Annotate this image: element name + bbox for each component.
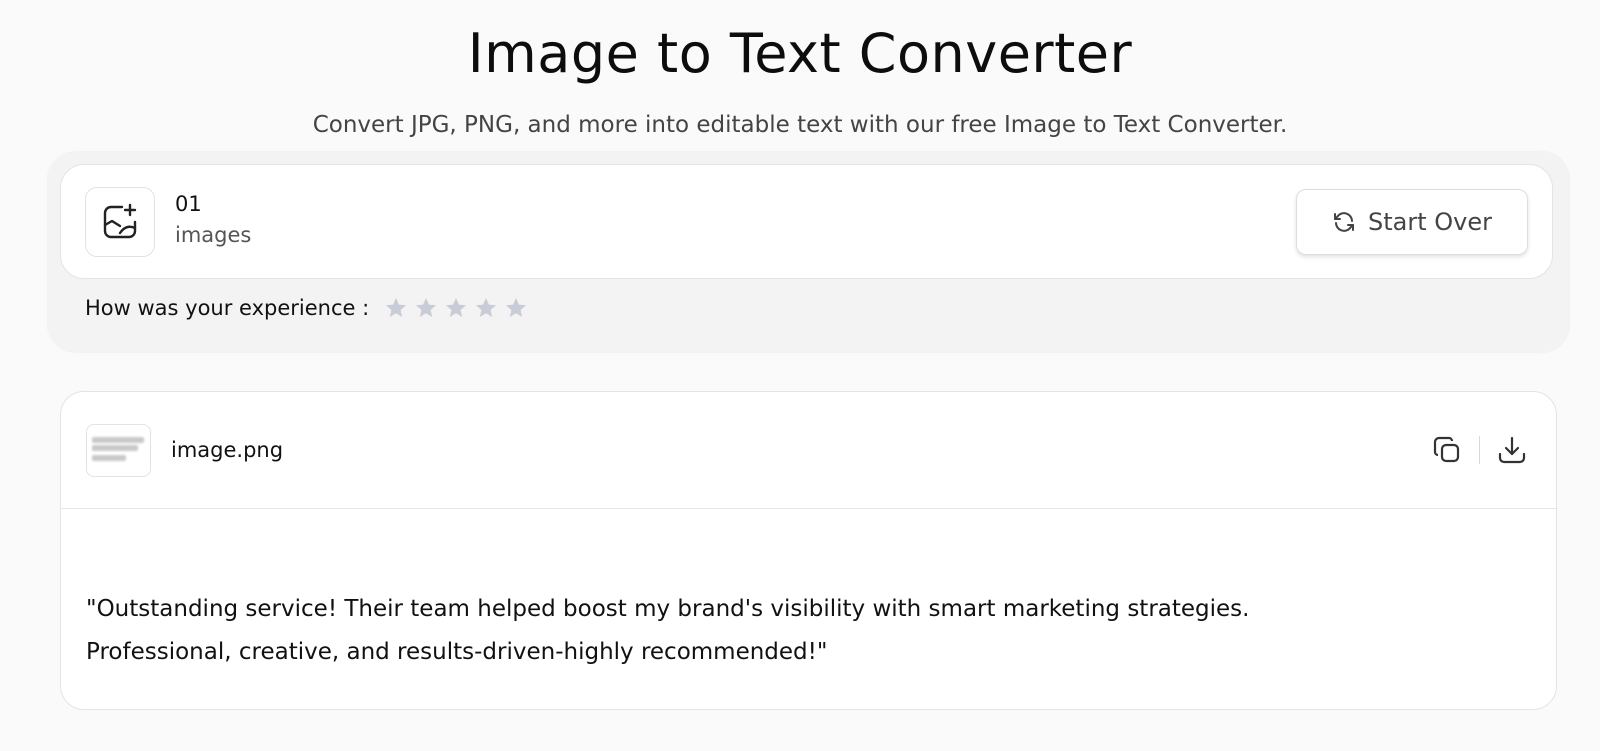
- image-count: 01: [175, 192, 202, 216]
- extracted-text: "Outstanding service! Their team helped …: [86, 588, 1526, 674]
- star-icon: [386, 298, 407, 317]
- rating-row: How was your experience :: [85, 291, 531, 325]
- add-image-button[interactable]: [85, 187, 155, 257]
- result-actions: [1427, 430, 1532, 470]
- upload-summary-card: 01 images Start Over: [60, 164, 1553, 279]
- download-button[interactable]: [1492, 430, 1532, 470]
- image-count-label: images: [175, 223, 252, 247]
- image-thumbnail[interactable]: [86, 424, 151, 477]
- download-icon: [1498, 436, 1526, 464]
- upload-panel: 01 images Start Over How was your experi…: [47, 151, 1570, 353]
- start-over-button[interactable]: Start Over: [1296, 189, 1528, 255]
- refresh-icon: [1334, 212, 1354, 232]
- page-title: Image to Text Converter: [467, 22, 1133, 85]
- rating-star-3[interactable]: [441, 293, 471, 323]
- star-icon: [416, 298, 437, 317]
- copy-button[interactable]: [1427, 430, 1467, 470]
- page-subtitle: Convert JPG, PNG, and more into editable…: [312, 112, 1288, 138]
- start-over-label: Start Over: [1368, 208, 1492, 236]
- rating-label: How was your experience :: [85, 296, 370, 320]
- thumbnail-text-line: [92, 445, 138, 451]
- star-icon: [506, 298, 527, 317]
- extracted-text-line: Professional, creative, and results-driv…: [86, 639, 828, 665]
- copy-icon: [1433, 436, 1460, 463]
- star-icon: [446, 298, 467, 317]
- action-divider: [1479, 436, 1480, 464]
- thumbnail-text-line: [92, 437, 144, 443]
- thumbnail-text-line: [92, 455, 126, 461]
- rating-star-4[interactable]: [471, 293, 501, 323]
- star-icon: [476, 298, 497, 317]
- rating-star-2[interactable]: [411, 293, 441, 323]
- result-card: image.png "Outstanding service! Their te…: [60, 391, 1557, 710]
- result-header: image.png: [61, 392, 1556, 509]
- file-name: image.png: [171, 438, 284, 462]
- rating-star-5[interactable]: [501, 293, 531, 323]
- extracted-text-line: "Outstanding service! Their team helped …: [86, 596, 1250, 622]
- add-image-icon: [103, 203, 137, 239]
- rating-star-1[interactable]: [381, 293, 411, 323]
